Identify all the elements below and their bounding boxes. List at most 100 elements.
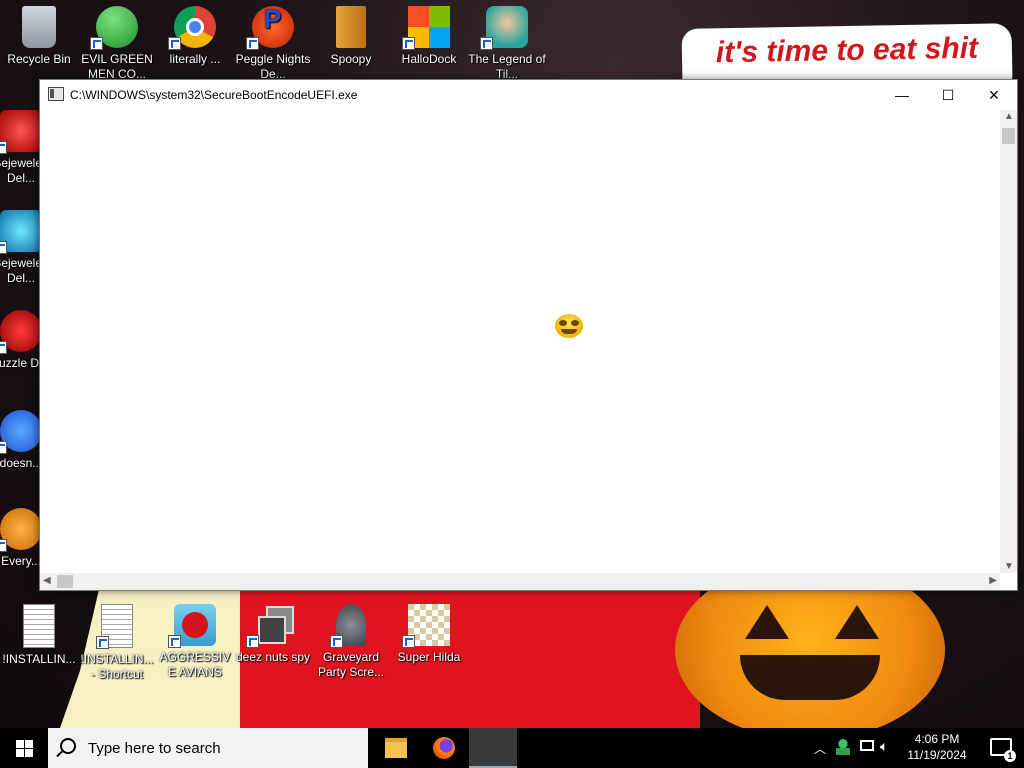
close-button[interactable]: ✕: [971, 80, 1017, 110]
search-placeholder: Type here to search: [88, 740, 221, 757]
scroll-right-icon[interactable]: ▶: [989, 575, 997, 586]
show-hidden-icons-chevron-icon[interactable]: ︿: [814, 740, 826, 757]
desktop-icon-peggle-nights[interactable]: P Peggle Nights De...: [234, 6, 312, 82]
angry-bird-icon: [168, 604, 216, 648]
shortcut-arrow-icon: [402, 635, 415, 648]
desktop-icon-installing[interactable]: !INSTALLIN...: [0, 604, 78, 667]
desktop-icon-super-hilda[interactable]: Super Hilda: [390, 604, 468, 665]
shortcut-arrow-icon: [246, 635, 259, 648]
shortcut-arrow-icon: [0, 141, 7, 154]
desktop-icon-label: !INSTALLIN... - Shortcut: [80, 652, 154, 681]
minimize-button[interactable]: —: [879, 80, 925, 110]
desktop-icon-label: Spoopy: [330, 52, 372, 66]
shortcut-arrow-icon: [0, 441, 7, 454]
spoopy-folder-icon: [336, 6, 366, 48]
shortcut-arrow-icon: [402, 37, 415, 50]
orange-app-icon: [0, 508, 42, 552]
text-document-icon: [96, 604, 133, 649]
window-title: C:\WINDOWS\system32\SecureBootEncodeUEFI…: [70, 88, 358, 102]
banner-text: it's time to eat shit: [715, 31, 979, 70]
desktop-icon-deez-nuts-spy[interactable]: deez nuts spy: [234, 604, 312, 665]
notification-count-badge: 1: [1004, 750, 1016, 762]
vertical-scrollbar[interactable]: ▲ ▼: [1000, 110, 1017, 573]
desktop-icon-aggressive-avians[interactable]: AGGRESSIVE AVIANS: [156, 604, 234, 680]
firefox-icon: [433, 737, 455, 759]
scroll-left-icon[interactable]: ◀: [43, 575, 51, 586]
clock-date: 11/19/2024: [907, 748, 967, 762]
notification-center-icon[interactable]: 1: [990, 738, 1016, 762]
chuzzle-icon: [0, 310, 42, 354]
shortcut-arrow-icon: [330, 635, 343, 648]
desktop-icon-evil-green-men[interactable]: EVIL GREEN MEN CO...: [78, 6, 156, 82]
bejeweled-icon: [0, 110, 42, 154]
shortcut-arrow-icon: [168, 37, 181, 50]
chrome-icon: [168, 6, 216, 50]
pumpkin-eye-right: [835, 605, 879, 639]
desktop-icon-spoopy[interactable]: Spoopy: [312, 6, 390, 67]
volume-icon[interactable]: 🔈︎: [880, 738, 888, 755]
desktop-icon-label: Super Hilda: [397, 650, 461, 664]
taskbar-console-window[interactable]: [469, 728, 517, 768]
shortcut-arrow-icon: [168, 635, 181, 648]
desktop-icon-recycle-bin[interactable]: Recycle Bin: [0, 6, 78, 67]
start-button[interactable]: [0, 728, 48, 768]
desktop-icon-label: EVIL GREEN MEN CO...: [81, 52, 153, 81]
search-icon: [60, 738, 76, 754]
tilda-character-icon: [480, 6, 528, 50]
window-titlebar[interactable]: C:\WINDOWS\system32\SecureBootEncodeUEFI…: [40, 80, 1017, 110]
pumpkin-eye-left: [745, 605, 789, 639]
peggle-icon: P: [246, 6, 294, 50]
console-window[interactable]: C:\WINDOWS\system32\SecureBootEncodeUEFI…: [39, 79, 1018, 591]
minimize-icon: —: [895, 87, 909, 103]
file-explorer-icon: [385, 738, 407, 758]
user-status-icon[interactable]: [836, 739, 850, 755]
windows-logo-icon: [402, 6, 450, 50]
desktop-icon-installing-shortcut[interactable]: !INSTALLIN... - Shortcut: [78, 604, 156, 682]
desktop-icon-label: literally ...: [169, 52, 221, 66]
vertical-scroll-thumb[interactable]: [1002, 128, 1015, 144]
maximize-button[interactable]: ☐: [925, 80, 971, 110]
scroll-up-icon[interactable]: ▲: [1004, 111, 1014, 122]
grimace-emoji-icon: [555, 314, 583, 338]
shortcut-arrow-icon: [96, 636, 109, 649]
network-icon[interactable]: [860, 740, 874, 751]
green-men-icon: [90, 6, 138, 50]
desktop-icon-hallodock[interactable]: HalloDock: [390, 6, 468, 67]
taskbar-clock[interactable]: 4:06 PM 11/19/2024: [902, 731, 972, 763]
desktop-icon-graveyard-party[interactable]: Graveyard Party Scre...: [312, 604, 390, 680]
pumpkin-mouth: [740, 655, 880, 700]
console-content-area[interactable]: [40, 110, 1000, 575]
text-document-icon: [23, 604, 55, 648]
desktop-icon-label: Graveyard Party Scre...: [317, 650, 385, 679]
shortcut-arrow-icon: [480, 37, 493, 50]
console-app-icon: [48, 87, 64, 101]
close-icon: ✕: [988, 86, 1000, 103]
desktop-icon-label: Peggle Nights De...: [235, 52, 311, 81]
taskbar-search-box[interactable]: Type here to search: [48, 728, 368, 768]
shortcut-arrow-icon: [0, 539, 7, 552]
recycle-bin-icon: [22, 6, 56, 48]
desktop-icon-label: Recycle Bin: [7, 52, 71, 66]
desktop-icon-literally[interactable]: literally ...: [156, 6, 234, 67]
desktop-icon-label: AGGRESSIVE AVIANS: [159, 650, 231, 679]
shortcut-arrow-icon: [246, 37, 259, 50]
desktop-icon-label: !INSTALLIN...: [2, 652, 76, 666]
bejeweled-gem-icon: [0, 210, 42, 254]
shortcut-arrow-icon: [0, 241, 7, 254]
taskbar-firefox[interactable]: [420, 728, 468, 768]
desktop-icon-label: deez nuts spy: [235, 650, 311, 664]
desktop-icon-label: HalloDock: [401, 52, 457, 66]
desktop-icon-label: The Legend of Til...: [468, 52, 546, 81]
system-tray: ︿ 🔈︎ 4:06 PM 11/19/2024 1: [814, 728, 1024, 768]
horizontal-scroll-thumb[interactable]: [57, 575, 73, 588]
desktop-icon-legend-of-tilda[interactable]: The Legend of Til...: [468, 6, 546, 82]
blue-app-icon: [0, 410, 42, 454]
shortcut-arrow-icon: [90, 37, 103, 50]
shortcut-arrow-icon: [0, 341, 7, 354]
stacked-windows-icon: [246, 604, 294, 648]
taskbar-file-explorer[interactable]: [372, 728, 420, 768]
scroll-down-icon[interactable]: ▼: [1004, 561, 1014, 572]
taskbar: Type here to search ︿ 🔈︎ 4:06 PM 11/19/2…: [0, 728, 1024, 768]
horizontal-scrollbar[interactable]: ◀ ▶: [40, 573, 1000, 590]
wallpaper-banner: it's time to eat shit: [681, 23, 1013, 87]
